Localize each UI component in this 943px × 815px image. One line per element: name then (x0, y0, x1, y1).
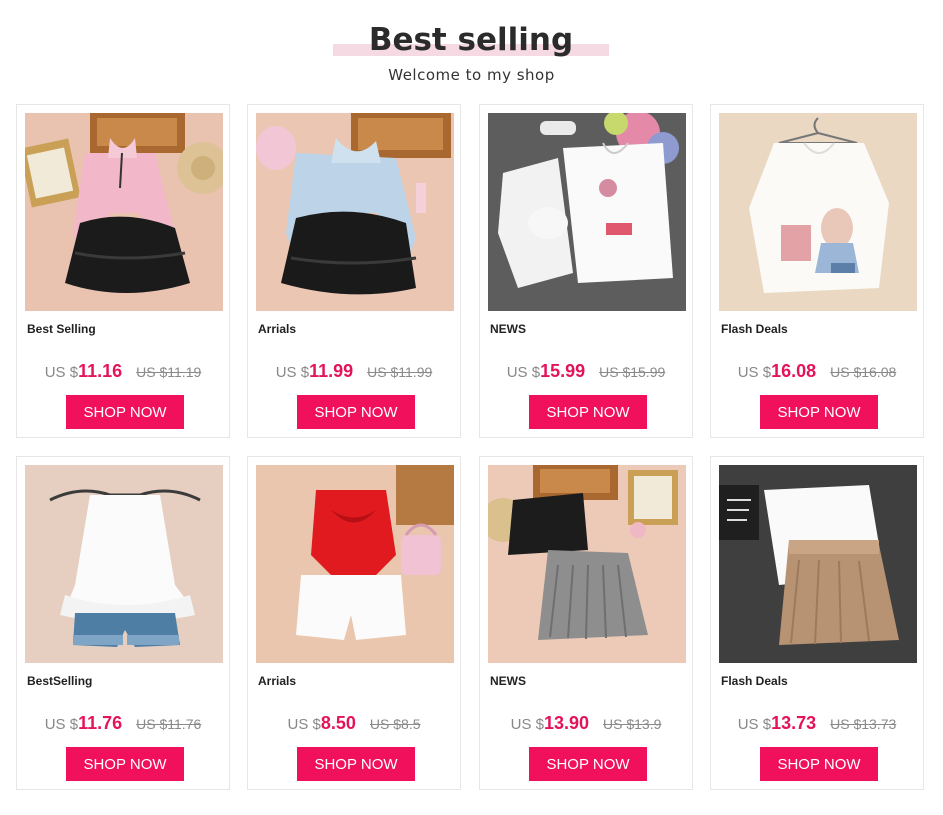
current-price: 8.50 (320, 713, 356, 733)
price-currency: US $ (737, 716, 772, 733)
shop-now-button[interactable]: SHOP NOW (529, 747, 647, 781)
price-row: US $11.16 US $11.19 (17, 361, 229, 382)
current-price: 11.16 (78, 361, 123, 381)
product-image[interactable] (256, 113, 454, 311)
product-card[interactable]: Arrials US $11.99 US $11.99 SHOP NOW (247, 104, 461, 438)
product-name[interactable]: Flash Deals (721, 322, 788, 336)
product-name[interactable]: Flash Deals (721, 674, 788, 688)
price-row: US $11.99 US $11.99 (248, 361, 460, 382)
current-price: 13.73 (771, 713, 817, 733)
original-price: US $15.99 (599, 364, 666, 380)
original-price: US $8.5 (369, 716, 421, 732)
shop-now-button[interactable]: SHOP NOW (297, 747, 415, 781)
price-currency: US $ (44, 364, 79, 381)
page-header: Best selling Welcome to my shop (0, 0, 943, 100)
product-card[interactable]: NEWS US $13.90 US $13.9 SHOP NOW (479, 456, 693, 790)
price-currency: US $ (44, 716, 79, 733)
original-price: US $13.73 (830, 716, 897, 732)
price-currency: US $ (275, 364, 310, 381)
price-currency: US $ (287, 716, 321, 733)
product-name[interactable]: Arrials (258, 674, 296, 688)
price-row: US $16.08 US $16.08 (711, 361, 923, 382)
product-name[interactable]: BestSelling (27, 674, 92, 688)
price-currency: US $ (506, 364, 541, 381)
original-price: US $16.08 (830, 364, 897, 380)
product-card[interactable]: BestSelling US $11.76 US $11.76 SHOP NOW (16, 456, 230, 790)
product-card[interactable]: NEWS US $15.99 US $15.99 SHOP NOW (479, 104, 693, 438)
product-name[interactable]: NEWS (490, 322, 526, 336)
page-subtitle: Welcome to my shop (388, 66, 555, 84)
price-row: US $13.73 US $13.73 (711, 713, 923, 734)
price-row: US $11.76 US $11.76 (17, 713, 229, 734)
product-name[interactable]: Arrials (258, 322, 296, 336)
product-image[interactable] (25, 465, 223, 663)
product-image[interactable] (25, 113, 223, 311)
page-title: Best selling (368, 22, 574, 58)
current-price: 13.90 (543, 713, 590, 733)
original-price: US $11.99 (367, 364, 433, 380)
title-wrap: Best selling (333, 18, 609, 62)
product-image[interactable] (488, 113, 686, 311)
shop-now-button[interactable]: SHOP NOW (297, 395, 415, 429)
current-price: 11.99 (309, 361, 354, 381)
product-image[interactable] (719, 113, 917, 311)
original-price: US $11.19 (136, 364, 202, 380)
shop-now-button[interactable]: SHOP NOW (760, 747, 878, 781)
shop-now-button[interactable]: SHOP NOW (760, 395, 878, 429)
shop-now-button[interactable]: SHOP NOW (66, 395, 184, 429)
original-price: US $13.9 (603, 716, 662, 732)
price-currency: US $ (510, 716, 544, 733)
price-row: US $13.90 US $13.9 (480, 713, 692, 734)
price-row: US $15.99 US $15.99 (480, 361, 692, 382)
product-image[interactable] (488, 465, 686, 663)
product-name[interactable]: NEWS (490, 674, 526, 688)
price-row: US $8.50 US $8.5 (248, 713, 460, 734)
current-price: 11.76 (78, 713, 123, 733)
product-image[interactable] (256, 465, 454, 663)
product-card[interactable]: Flash Deals US $16.08 US $16.08 SHOP NOW (710, 104, 924, 438)
shop-now-button[interactable]: SHOP NOW (66, 747, 184, 781)
price-currency: US $ (737, 364, 772, 381)
original-price: US $11.76 (136, 716, 202, 732)
product-name[interactable]: Best Selling (27, 322, 96, 336)
current-price: 16.08 (771, 361, 817, 381)
shop-now-button[interactable]: SHOP NOW (529, 395, 647, 429)
product-card[interactable]: Arrials US $8.50 US $8.5 SHOP NOW (247, 456, 461, 790)
product-card[interactable]: Best Selling US $11.16 US $11.19 SHOP NOW (16, 104, 230, 438)
current-price: 15.99 (540, 361, 586, 381)
product-image[interactable] (719, 465, 917, 663)
product-card[interactable]: Flash Deals US $13.73 US $13.73 SHOP NOW (710, 456, 924, 790)
